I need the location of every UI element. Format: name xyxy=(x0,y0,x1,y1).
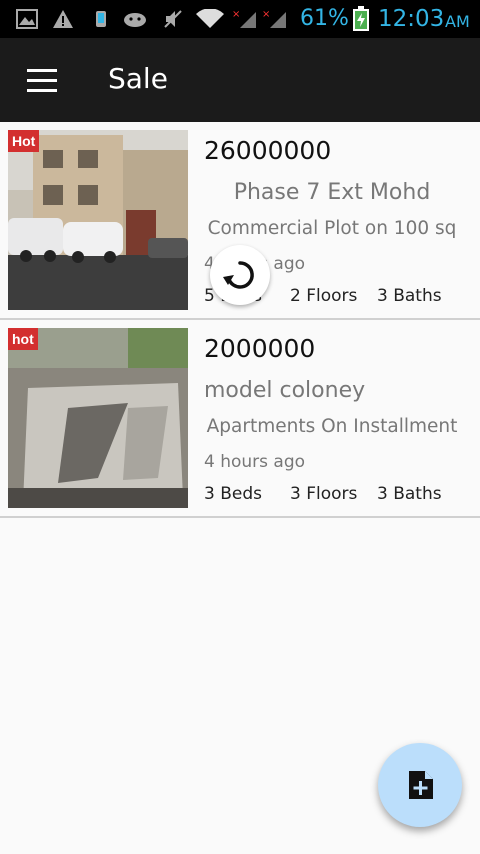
clock-ampm: AM xyxy=(445,12,470,31)
listing-property-type: Apartments On Installment xyxy=(206,416,458,437)
listing-time-ago: 4 hours ago xyxy=(204,452,306,472)
hot-badge: hot xyxy=(8,328,38,350)
add-listing-button[interactable] xyxy=(378,743,462,827)
wifi-icon xyxy=(196,9,224,28)
status-bar: × × 61% 12:03 AM xyxy=(0,0,480,38)
listing-baths: 3 Baths xyxy=(377,484,442,504)
refresh-icon xyxy=(223,261,254,289)
listing-baths: 3 Baths xyxy=(377,286,442,306)
listing-floors: 3 Floors xyxy=(290,484,358,504)
warning-notification-icon xyxy=(53,10,73,28)
gallery-notification-icon xyxy=(16,9,38,29)
listing-property-type: Commercial Plot on 100 sq xyxy=(207,218,457,239)
svg-text:×: × xyxy=(262,9,270,20)
android-notification-icon xyxy=(124,13,146,27)
app-bar: Sale xyxy=(0,38,480,122)
mute-icon xyxy=(164,10,182,28)
svg-text:×: × xyxy=(232,9,240,20)
clock: 12:03 xyxy=(378,6,445,32)
loading-spinner xyxy=(210,245,270,305)
listing-card[interactable]: hot 2000000 model coloney Apartments On … xyxy=(0,320,480,518)
listing-location: Phase 7 Ext Mohd xyxy=(233,180,431,205)
listing-photo: hot xyxy=(8,328,188,508)
signal-no-sim-icon: × xyxy=(262,9,286,28)
page-title: Sale xyxy=(108,62,168,95)
hot-badge: Hot xyxy=(8,130,40,152)
listing-list: Hot 26000000 Phase 7 Ext Mohd Commercial… xyxy=(0,122,480,518)
signal-no-sim-icon: × xyxy=(232,9,256,28)
add-document-icon xyxy=(409,771,433,799)
listing-location: model coloney xyxy=(204,378,366,403)
listing-price: 2000000 xyxy=(204,334,316,363)
listing-floors: 2 Floors xyxy=(290,286,358,306)
battery-percent: 61% xyxy=(300,6,349,31)
listing-photo: Hot xyxy=(8,130,188,310)
listing-beds: 3 Beds xyxy=(204,484,262,504)
listing-price: 26000000 xyxy=(204,136,332,165)
hamburger-menu-icon[interactable] xyxy=(22,66,62,96)
phone-notification-icon xyxy=(96,11,106,27)
battery-charging-icon xyxy=(353,6,369,31)
